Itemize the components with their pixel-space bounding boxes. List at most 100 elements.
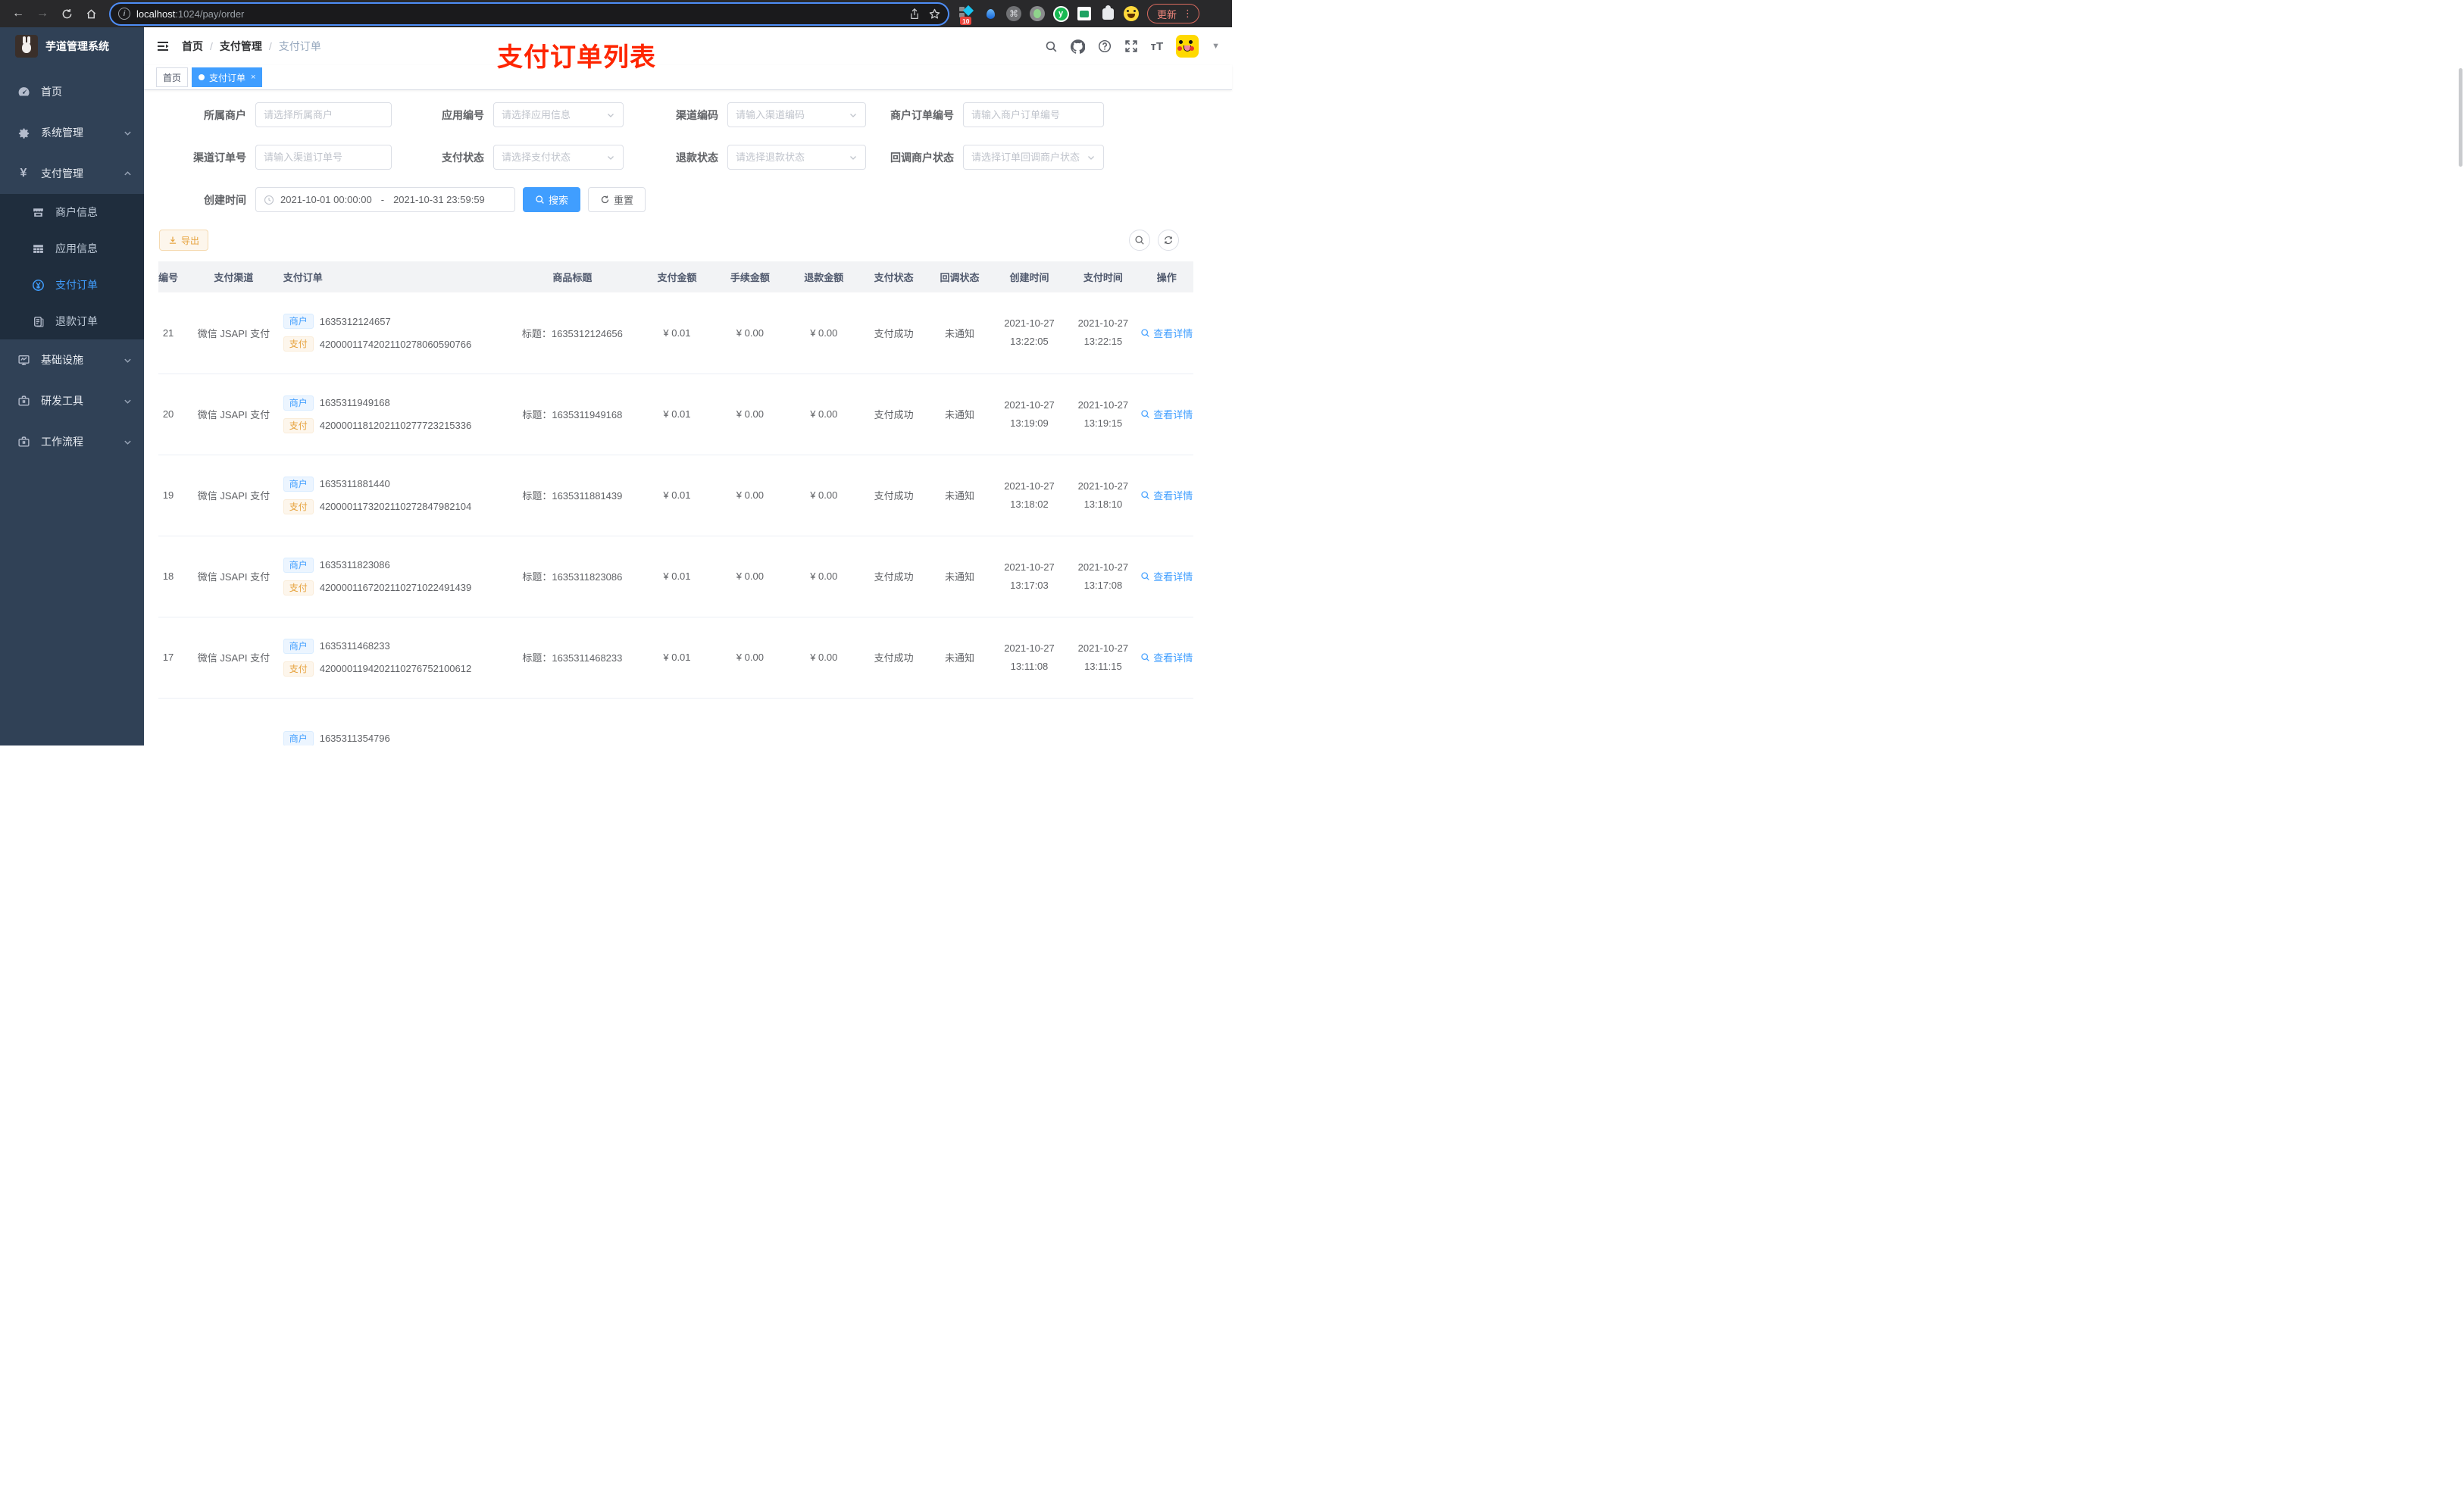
create-date: 2021-10-27	[1004, 317, 1055, 330]
avatar[interactable]	[1176, 35, 1199, 58]
column-header: 退款金额	[786, 261, 861, 292]
breadcrumb-home[interactable]: 首页	[182, 39, 203, 54]
merchant-order-no-filter-input[interactable]	[963, 102, 1104, 127]
search-icon[interactable]	[1045, 40, 1058, 53]
sidebar-collapse-icon[interactable]	[156, 39, 170, 53]
extension-green-dot-icon[interactable]	[1029, 5, 1046, 22]
extension-y-icon[interactable]: y	[1052, 5, 1069, 22]
app-filter-select[interactable]	[493, 102, 624, 127]
sidebar-item-workflow[interactable]: 工作流程	[0, 421, 144, 462]
active-dot-icon	[199, 74, 205, 80]
sidebar: 芋道管理系统 首页 系统管理 ¥ 支付管理 商户信息 应用信息 支付订单 退款订…	[0, 27, 144, 746]
channel-code-filter-select[interactable]	[727, 102, 866, 127]
chevron-down-icon	[124, 438, 132, 446]
extensions-puzzle-icon[interactable]	[1099, 5, 1116, 22]
view-detail-link[interactable]: 查看详情	[1140, 569, 1193, 583]
column-header: 支付金额	[640, 261, 714, 292]
view-detail-link[interactable]: 查看详情	[1140, 488, 1193, 502]
tab-home[interactable]: 首页	[156, 67, 189, 87]
forward-icon[interactable]: →	[32, 3, 53, 24]
sidebar-item-app-info[interactable]: 应用信息	[0, 230, 144, 267]
sidebar-item-merchant-info[interactable]: 商户信息	[0, 194, 144, 230]
avatar-caret-icon[interactable]: ▼	[1212, 42, 1220, 51]
pay-status-filter-select[interactable]	[493, 145, 624, 170]
filter-label-merchant: 所属商户	[204, 108, 246, 121]
sidebar-item-label: 支付订单	[55, 279, 98, 291]
filter-label-create-time: 创建时间	[204, 193, 246, 206]
merchant-filter-input[interactable]	[255, 102, 392, 127]
fullscreen-icon[interactable]	[1124, 39, 1138, 53]
pay-order-no: 4200001181202110277723215336	[319, 420, 472, 431]
bookmark-star-icon[interactable]	[929, 8, 940, 20]
page-scrollbar[interactable]	[2459, 68, 2462, 167]
breadcrumb: 首页 / 支付管理 / 支付订单	[182, 39, 321, 54]
fee-amount: ¥ 0.00	[736, 489, 764, 501]
sidebar-item-home[interactable]: 首页	[0, 71, 144, 112]
view-detail-link[interactable]: 查看详情	[1140, 650, 1193, 664]
toggle-search-button[interactable]	[1129, 230, 1150, 251]
pay-date: 2021-10-27	[1077, 561, 1129, 573]
table-row: 18 微信 JSAPI 支付 商户 1635311823086 支付 4200001167…	[158, 536, 1193, 617]
pay-channel: 微信 JSAPI 支付	[197, 652, 270, 664]
sidebar-item-system[interactable]: 系统管理	[0, 112, 144, 153]
export-button[interactable]: 导出	[159, 230, 209, 251]
font-size-icon[interactable]: ᴛT	[1151, 40, 1164, 53]
refresh-button[interactable]	[1158, 230, 1179, 251]
pay-amount: ¥ 0.01	[663, 570, 691, 582]
create-time-range-picker[interactable]: 2021-10-01 00:00:00 - 2021-10-31 23:59:5…	[255, 187, 515, 212]
filter-label-merchant-order-no: 商户订单编号	[890, 108, 954, 121]
column-header: 支付时间	[1066, 261, 1140, 292]
sidebar-item-refund-order[interactable]: 退款订单	[0, 303, 144, 339]
pay-amount: ¥ 0.01	[663, 652, 691, 663]
merchant-order-no: 1635312124657	[319, 315, 391, 327]
filter-label-notify-status: 回调商户状态	[890, 151, 954, 164]
logo-rabbit-image	[15, 35, 38, 58]
logo[interactable]: 芋道管理系统	[0, 27, 144, 65]
notify-status: 未通知	[945, 327, 975, 339]
breadcrumb-section[interactable]: 支付管理	[220, 39, 262, 54]
home-icon[interactable]	[80, 3, 102, 24]
merchant-tag: 商户	[283, 476, 314, 492]
merchant-tag: 商户	[283, 730, 314, 746]
extension-chat-icon[interactable]	[1076, 5, 1093, 22]
filter-label-channel-order-no: 渠道订单号	[193, 151, 246, 164]
clipboard-icon	[31, 315, 45, 328]
sidebar-item-infra[interactable]: 基础设施	[0, 339, 144, 380]
pay-status: 支付成功	[874, 652, 914, 664]
close-icon[interactable]: ×	[251, 73, 255, 82]
reset-button[interactable]: 重置	[588, 187, 646, 212]
reload-icon[interactable]	[56, 3, 77, 24]
logo-title: 芋道管理系统	[45, 40, 109, 52]
view-detail-link[interactable]: 查看详情	[1140, 407, 1193, 421]
back-icon[interactable]: ←	[8, 3, 29, 24]
channel-order-no-filter-input[interactable]	[255, 145, 392, 170]
profile-emoji-icon[interactable]	[1123, 5, 1140, 22]
table-header-row: 编号 支付渠道 支付订单 商品标题 支付金额 手续金额 退款金额 支付状态 回调状态 创建时间 支付…	[158, 261, 1193, 292]
address-bar[interactable]: i localhost:1024/pay/order	[111, 3, 948, 24]
sidebar-item-label: 退款订单	[55, 315, 98, 327]
pay-time: 13:19:15	[1083, 417, 1123, 429]
extension-balloon-icon[interactable]	[982, 5, 999, 22]
yen-circle-icon	[31, 279, 45, 292]
view-detail-link[interactable]: 查看详情	[1140, 326, 1193, 340]
sidebar-item-label: 工作流程	[41, 436, 83, 448]
sidebar-item-pay-order[interactable]: 支付订单	[0, 267, 144, 303]
chrome-update-button[interactable]: 更新 ⋮	[1147, 4, 1200, 23]
site-info-icon[interactable]: i	[118, 8, 130, 20]
fee-amount: ¥ 0.00	[736, 570, 764, 582]
extension-sketch-icon[interactable]: 10	[958, 5, 975, 25]
sidebar-item-devtools[interactable]: 研发工具	[0, 380, 144, 421]
github-icon[interactable]	[1070, 39, 1085, 54]
share-icon[interactable]	[909, 8, 920, 20]
extension-command-icon[interactable]: ⌘	[1005, 5, 1022, 22]
search-button[interactable]: 搜索	[523, 187, 581, 212]
merchant-tag: 商户	[283, 395, 314, 411]
notify-status-filter-select[interactable]	[963, 145, 1104, 170]
product-title: 标题：1635311823086	[522, 571, 623, 583]
merchant-order-no: 1635311823086	[319, 559, 390, 570]
chrome-menu-icon[interactable]: ⋮	[1183, 8, 1193, 20]
sidebar-item-payment[interactable]: ¥ 支付管理	[0, 153, 144, 194]
tab-pay-order[interactable]: 支付订单 ×	[192, 67, 263, 87]
help-icon[interactable]	[1098, 39, 1112, 53]
refund-status-filter-select[interactable]	[727, 145, 866, 170]
